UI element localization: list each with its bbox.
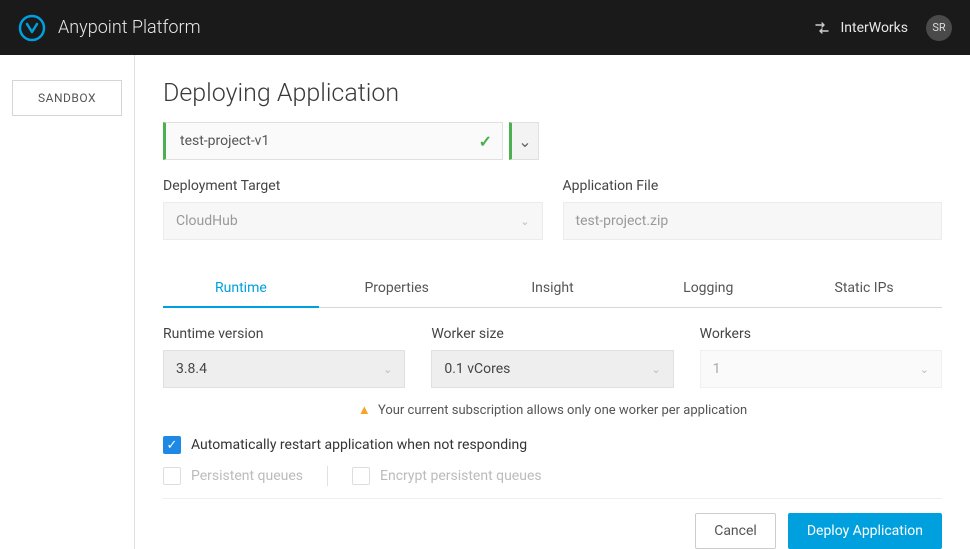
encrypt-queues-label: Encrypt persistent queues (380, 468, 542, 484)
tab-insight[interactable]: Insight (475, 270, 631, 307)
runtime-version-value: 3.8.4 (176, 361, 207, 377)
topbar-right: InterWorks SR (814, 15, 952, 41)
cancel-button[interactable]: Cancel (695, 513, 776, 549)
environment-selector[interactable]: SANDBOX (12, 80, 122, 116)
tab-runtime[interactable]: Runtime (163, 270, 319, 308)
encrypt-queues-checkbox (352, 467, 370, 485)
chevron-down-icon: ⌄ (920, 363, 929, 376)
footer-actions: Cancel Deploy Application (163, 498, 942, 549)
workers-label: Workers (700, 326, 942, 342)
worker-size-label: Worker size (431, 326, 673, 342)
deployment-target-select[interactable]: CloudHub ⌄ (163, 202, 543, 240)
workers-value: 1 (713, 361, 721, 377)
mulesoft-logo-icon (18, 14, 46, 42)
exchange-icon (814, 20, 830, 36)
app-name-input[interactable]: test-project-v1 ✓ (163, 122, 503, 160)
runtime-version-label: Runtime version (163, 326, 405, 342)
application-file-value: test-project.zip (576, 213, 669, 229)
divider (327, 466, 328, 486)
workers-select: 1 ⌄ (700, 350, 942, 388)
worker-size-value: 0.1 vCores (444, 361, 510, 377)
warning-icon: ▲ (358, 403, 371, 418)
runtime-version-select[interactable]: 3.8.4 ⌄ (163, 350, 405, 388)
org-switcher[interactable]: InterWorks (814, 20, 908, 36)
chevron-down-icon: ⌄ (383, 363, 392, 376)
warning-text: Your current subscription allows only on… (378, 403, 747, 418)
page-title: Deploying Application (163, 79, 942, 108)
tab-logging[interactable]: Logging (630, 270, 786, 307)
chevron-down-icon: ⌄ (518, 132, 531, 151)
persistent-queues-checkbox (163, 467, 181, 485)
chevron-down-icon: ⌄ (520, 215, 529, 228)
queues-row: Persistent queues Encrypt persistent que… (163, 466, 942, 486)
worker-size-select[interactable]: 0.1 vCores ⌄ (431, 350, 673, 388)
chevron-down-icon: ⌄ (651, 363, 660, 376)
topbar-left: Anypoint Platform (18, 14, 201, 42)
auto-restart-checkbox[interactable]: ✓ (163, 436, 181, 454)
main-content: Deploying Application test-project-v1 ✓ … (135, 55, 970, 549)
app-name-row: test-project-v1 ✓ ⌄ (163, 122, 942, 160)
top-bar: Anypoint Platform InterWorks SR (0, 0, 970, 55)
auto-restart-label: Automatically restart application when n… (191, 437, 527, 453)
application-file-label: Application File (563, 178, 943, 194)
sidebar: SANDBOX (0, 55, 135, 549)
deploy-application-button[interactable]: Deploy Application (788, 513, 942, 549)
worker-warning: ▲ Your current subscription allows only … (163, 402, 942, 418)
tab-properties[interactable]: Properties (319, 270, 475, 307)
application-file-field[interactable]: test-project.zip (563, 202, 943, 240)
org-name: InterWorks (840, 20, 908, 36)
check-icon: ✓ (479, 132, 492, 151)
app-name-dropdown-button[interactable]: ⌄ (509, 122, 539, 160)
auto-restart-row[interactable]: ✓ Automatically restart application when… (163, 436, 942, 454)
tab-static-ips[interactable]: Static IPs (786, 270, 942, 307)
deployment-target-value: CloudHub (176, 213, 238, 229)
avatar[interactable]: SR (926, 15, 952, 41)
platform-title: Anypoint Platform (58, 17, 201, 38)
app-name-value: test-project-v1 (180, 133, 269, 149)
persistent-queues-label: Persistent queues (191, 468, 303, 484)
deployment-target-label: Deployment Target (163, 178, 543, 194)
tabs: Runtime Properties Insight Logging Stati… (163, 270, 942, 308)
